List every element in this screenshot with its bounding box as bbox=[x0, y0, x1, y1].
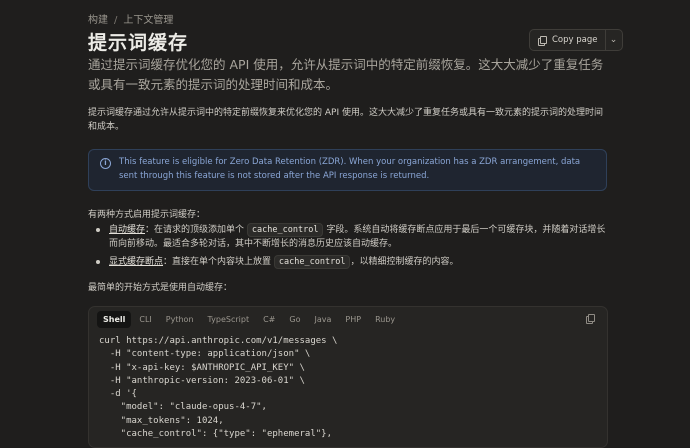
breadcrumb-parent[interactable]: 构建 bbox=[88, 15, 108, 26]
bullet-text: ，以精细控制缓存的内容。 bbox=[350, 257, 459, 267]
tab-php[interactable]: PHP bbox=[339, 311, 367, 328]
bullet-dot bbox=[96, 228, 100, 232]
page-title: 提示词缓存 bbox=[88, 32, 189, 54]
tab-ruby[interactable]: Ruby bbox=[369, 311, 401, 328]
tab-go[interactable]: Go bbox=[283, 311, 306, 328]
code-line: -H "content-type: application/json" \ bbox=[99, 349, 311, 360]
copy-page-button[interactable]: Copy page bbox=[530, 30, 606, 50]
zdr-note: i This feature is eligible for Zero Data… bbox=[88, 149, 607, 191]
copy-page-group: Copy page ⌄ bbox=[529, 29, 623, 51]
breadcrumb: 构建 / 上下文管理 bbox=[88, 11, 173, 26]
ways-intro: 有两种方式启用提示词缓存： bbox=[88, 210, 206, 220]
code-tabs: Shell CLI Python TypeScript C# Go Java P… bbox=[97, 311, 401, 328]
bullet-text: ：在请求的顶级添加单个 bbox=[145, 225, 245, 235]
tab-java[interactable]: Java bbox=[308, 311, 337, 328]
start-text: 最简单的开始方式是使用自动缓存： bbox=[88, 283, 233, 293]
info-icon: i bbox=[100, 158, 111, 169]
code-line: -H "anthropic-version: 2023-06-01" \ bbox=[99, 375, 305, 386]
bullet-text: ：直接在单个内容块上放置 bbox=[163, 257, 272, 267]
zdr-note-text: This feature is eligible for Zero Data R… bbox=[119, 157, 581, 181]
inline-code: cache_control bbox=[273, 255, 351, 269]
copy-page-label: Copy page bbox=[552, 35, 598, 45]
inline-code: cache_control bbox=[246, 223, 324, 237]
bullet-dot bbox=[96, 260, 100, 264]
tab-csharp[interactable]: C# bbox=[257, 311, 281, 328]
copy-icon bbox=[538, 36, 547, 46]
tab-cli[interactable]: CLI bbox=[133, 311, 157, 328]
tab-typescript[interactable]: TypeScript bbox=[202, 311, 256, 328]
code-block: Shell CLI Python TypeScript C# Go Java P… bbox=[88, 306, 608, 448]
copy-page-menu-button[interactable]: ⌄ bbox=[606, 30, 622, 50]
code-line: "model": "claude-opus-4-7", bbox=[99, 402, 267, 413]
copy-code-icon[interactable] bbox=[586, 314, 595, 324]
code-line: "max_tokens": 1024, bbox=[99, 415, 224, 426]
code-line: -H "x-api-key: $ANTHROPIC_API_KEY" \ bbox=[99, 362, 305, 373]
intro-paragraph: 提示词缓存通过允许从提示词中的特定前缀恢复来优化您的 API 使用。这大大减少了… bbox=[88, 108, 603, 132]
auto-cache-link[interactable]: 自动缓存 bbox=[109, 225, 145, 235]
breadcrumb-current[interactable]: 上下文管理 bbox=[123, 15, 173, 26]
code-content: curl https://api.anthropic.com/v1/messag… bbox=[99, 335, 337, 441]
code-line: "cache_control": {"type": "ephemeral"}, bbox=[99, 429, 332, 440]
explicit-breakpoint-link[interactable]: 显式缓存断点 bbox=[109, 257, 163, 267]
tab-python[interactable]: Python bbox=[160, 311, 200, 328]
breadcrumb-separator: / bbox=[114, 15, 118, 26]
code-line: -d '{ bbox=[99, 389, 137, 400]
chevron-down-icon: ⌄ bbox=[609, 35, 618, 45]
code-line: curl https://api.anthropic.com/v1/messag… bbox=[99, 336, 338, 346]
tab-shell[interactable]: Shell bbox=[97, 311, 132, 328]
page-lead: 通过提示词缓存优化您的 API 使用，允许从提示词中的特定前缀恢复。这大大减少了… bbox=[88, 57, 604, 92]
